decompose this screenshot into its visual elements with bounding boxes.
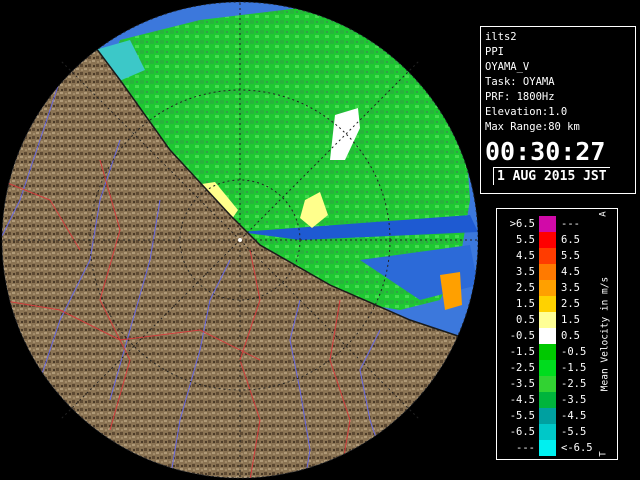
legend-swatch bbox=[539, 344, 556, 360]
legend-swatch bbox=[539, 296, 556, 312]
radar-name: OYAMA_V bbox=[485, 61, 530, 73]
prf-label: PRF: 1800Hz bbox=[485, 91, 555, 103]
legend-row-high: <-6.5 bbox=[561, 442, 593, 454]
legend-swatch bbox=[539, 232, 556, 248]
velocity-legend: >6.5 --- 5.5 6.5 4.5 5.5 3.5 4.5 2.5 3.5 1.5 2.5 0.5… bbox=[496, 208, 618, 460]
legend-marker-bottom: T bbox=[598, 451, 609, 457]
legend-swatch bbox=[539, 440, 556, 456]
legend-swatch bbox=[539, 264, 556, 280]
legend-swatch bbox=[539, 248, 556, 264]
legend-row-high: 5.5 bbox=[561, 250, 580, 262]
legend-swatch bbox=[539, 216, 556, 232]
radar-site-marker bbox=[238, 238, 242, 242]
legend-title-box: Mean Velocity in m/s bbox=[597, 215, 613, 453]
legend-row-low: >6.5 bbox=[509, 218, 535, 230]
legend-row-low: 3.5 bbox=[516, 266, 535, 278]
legend-row-high: -5.5 bbox=[561, 426, 587, 438]
max-range-label: Max Range:80 km bbox=[485, 121, 580, 133]
legend-swatch bbox=[539, 312, 556, 328]
legend-row-high: 4.5 bbox=[561, 266, 580, 278]
elevation-label: Elevation:1.0 bbox=[485, 106, 568, 118]
scan-date: 1 AUG 2015 JST bbox=[493, 167, 610, 185]
legend-swatch bbox=[539, 280, 556, 296]
legend-swatch bbox=[539, 408, 556, 424]
legend-swatch bbox=[539, 392, 556, 408]
legend-row-low: -0.5 bbox=[509, 330, 535, 342]
legend-marker-top: A bbox=[598, 211, 609, 217]
legend-row-low: 0.5 bbox=[516, 314, 535, 326]
legend-row-low: -3.5 bbox=[509, 378, 535, 390]
product-name: ilts2 bbox=[485, 31, 517, 43]
scan-time: 00:30:27 bbox=[485, 137, 606, 166]
legend-row-high: 3.5 bbox=[561, 282, 580, 294]
legend-swatch bbox=[539, 376, 556, 392]
legend-swatch bbox=[539, 328, 556, 344]
legend-swatch bbox=[539, 360, 556, 376]
legend-row-high: 1.5 bbox=[561, 314, 580, 326]
legend-row-high: 2.5 bbox=[561, 298, 580, 310]
legend-row-low: -5.5 bbox=[509, 410, 535, 422]
scan-info-panel: ilts2 PPI OYAMA_V Task: OYAMA PRF: 1800H… bbox=[480, 26, 636, 194]
legend-row-high: --- bbox=[561, 218, 580, 230]
legend-row-low: 2.5 bbox=[516, 282, 535, 294]
legend-row-high: -2.5 bbox=[561, 378, 587, 390]
legend-row-high: 6.5 bbox=[561, 234, 580, 246]
legend-title: Mean Velocity in m/s bbox=[599, 276, 611, 392]
legend-row-low: 5.5 bbox=[516, 234, 535, 246]
legend-swatch bbox=[539, 424, 556, 440]
legend-row-high: -3.5 bbox=[561, 394, 587, 406]
legend-row-low: 4.5 bbox=[516, 250, 535, 262]
legend-row-high: -4.5 bbox=[561, 410, 587, 422]
legend-row-low: 1.5 bbox=[516, 298, 535, 310]
legend-row-high: -0.5 bbox=[561, 346, 587, 358]
legend-row-low: -6.5 bbox=[509, 426, 535, 438]
legend-row-low: -1.5 bbox=[509, 346, 535, 358]
task-label: Task: OYAMA bbox=[485, 76, 555, 88]
scan-type: PPI bbox=[485, 46, 504, 58]
legend-row-low: --- bbox=[516, 442, 535, 454]
legend-row-high: -1.5 bbox=[561, 362, 587, 374]
legend-row-high: 0.5 bbox=[561, 330, 580, 342]
legend-row-low: -4.5 bbox=[509, 394, 535, 406]
legend-row-low: -2.5 bbox=[509, 362, 535, 374]
radar-ppi-map[interactable] bbox=[0, 0, 478, 480]
